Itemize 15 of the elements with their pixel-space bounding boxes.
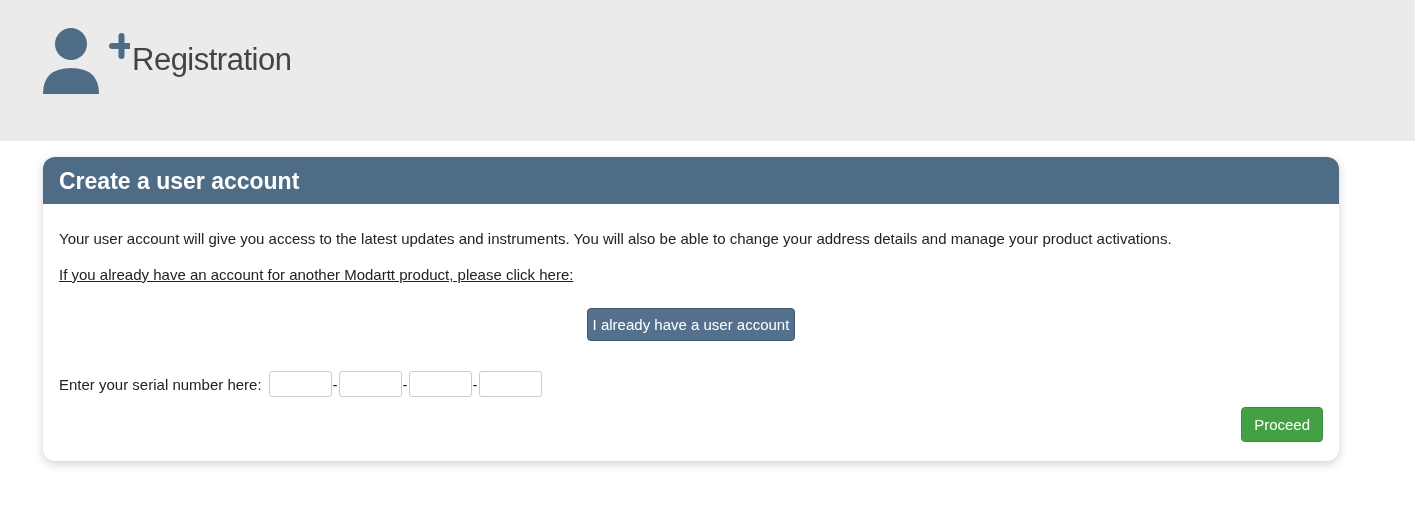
serial-label: Enter your serial number here: (59, 375, 262, 393)
intro-text: Your user account will give you access to the latest updates and instruments. You will also be able to change your address details and manage your product activations. (59, 230, 1173, 247)
separator-text: - (331, 375, 339, 393)
existing-account-button[interactable]: I already have a user account (586, 308, 796, 341)
serial-field[interactable] (408, 371, 472, 397)
proceed-button[interactable]: Proceed (1241, 407, 1323, 442)
separator-text: - (471, 375, 479, 393)
add-user-icon (42, 28, 130, 94)
account-link[interactable]: If you already have an account for another Modartt product, please click here: (59, 266, 574, 283)
panel-title: Create a user account (43, 157, 1339, 204)
serial-field[interactable] (268, 371, 332, 397)
serial-field[interactable] (478, 371, 542, 397)
serial-field[interactable] (338, 371, 402, 397)
page-title: Registration (132, 42, 292, 78)
separator-text: - (401, 375, 409, 393)
